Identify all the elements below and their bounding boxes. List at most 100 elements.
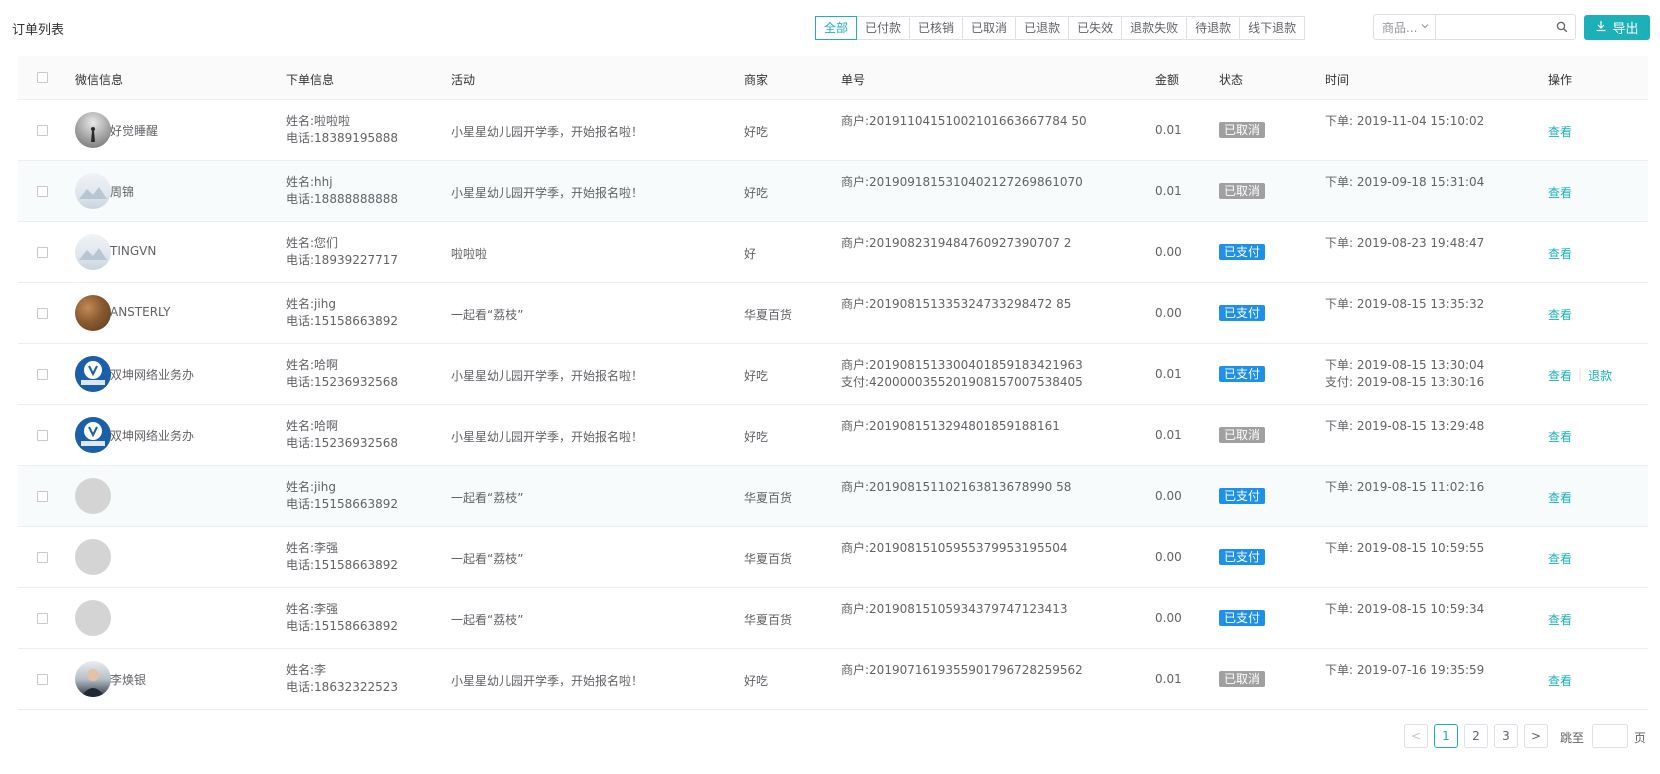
- status-badge: 已取消: [1219, 122, 1266, 138]
- order-numbers: 商户:2019091815310402127269861070: [841, 174, 1083, 191]
- row-checkbox[interactable]: [37, 552, 48, 563]
- order-times: 下单: 2019-11-04 15:10:02: [1325, 113, 1484, 130]
- order-time: 下单: 2019-08-15 13:29:48: [1325, 419, 1485, 433]
- filter-tab[interactable]: 已付款: [856, 16, 911, 40]
- order-contact: 姓名:哈啊 电话:15236932568: [286, 357, 398, 391]
- row-actions: 查看: [1548, 611, 1572, 628]
- view-link[interactable]: 查看: [1548, 428, 1572, 445]
- merchant-name: 好吃: [744, 186, 769, 200]
- table-row: ANSTERLY 姓名:jihg 电话:15158663892 一起看“荔枝” 华夏百货…: [18, 283, 1648, 344]
- filter-tab[interactable]: 已退款: [1015, 16, 1070, 40]
- view-link[interactable]: 查看: [1548, 367, 1572, 384]
- order-numbers: 商户:2019082319484760927390707 2: [841, 235, 1071, 252]
- order-numbers: 商户:201908151102163813678990 58: [841, 479, 1071, 496]
- page-button[interactable]: 2: [1464, 724, 1488, 748]
- search-icon[interactable]: [1549, 15, 1575, 39]
- filter-tab[interactable]: 已失效: [1068, 16, 1123, 40]
- filter-tab[interactable]: 已核销: [909, 16, 964, 40]
- pay-time: 支付: 2019-08-15 13:30:16: [1325, 375, 1485, 389]
- table-row: 双坤网络业务办 姓名:哈啊 电话:15236932568 小星星幼儿园开学季，开始报名…: [18, 405, 1648, 466]
- merchant-order-no: 商户:2019081513300401859183421963: [841, 358, 1083, 372]
- refund-link[interactable]: 退款: [1588, 367, 1612, 384]
- row-checkbox[interactable]: [37, 369, 48, 380]
- status-badge: 已取消: [1219, 183, 1266, 199]
- order-contact: 姓名:jihg 电话:15158663892: [286, 479, 398, 513]
- merchant-name: 华夏百货: [744, 552, 793, 566]
- order-amount: 0.01: [1155, 123, 1182, 137]
- row-checkbox[interactable]: [37, 247, 48, 258]
- prev-page-button[interactable]: <: [1404, 724, 1428, 748]
- row-checkbox[interactable]: [37, 308, 48, 319]
- merchant-name: 好: [744, 247, 757, 261]
- status-badge: 已支付: [1219, 549, 1266, 565]
- status-badge: 已支付: [1219, 488, 1266, 504]
- page-button[interactable]: 3: [1494, 724, 1518, 748]
- wechat-nickname: 好觉睡醒: [110, 124, 159, 138]
- next-page-button[interactable]: >: [1524, 724, 1548, 748]
- header-status: 状态: [1219, 73, 1244, 87]
- customer-phone: 电话:18888888888: [286, 192, 399, 206]
- order-times: 下单: 2019-08-15 13:30:04 支付: 2019-08-15 13…: [1325, 357, 1484, 391]
- order-times: 下单: 2019-08-15 10:59:34: [1325, 601, 1484, 618]
- customer-name: 姓名:hhj: [286, 175, 333, 189]
- header-activity: 活动: [451, 73, 476, 87]
- order-amount: 0.01: [1155, 672, 1182, 686]
- merchant-name: 好吃: [744, 369, 769, 383]
- merchant-order-no: 商户:201908151102163813678990 58: [841, 480, 1072, 494]
- page-suffix-label: 页: [1634, 731, 1647, 745]
- view-link[interactable]: 查看: [1548, 489, 1572, 506]
- avatar: [75, 356, 111, 392]
- row-checkbox[interactable]: [37, 430, 48, 441]
- order-numbers: 商户:2019081513294801859188161: [841, 418, 1060, 435]
- filter-tab[interactable]: 退款失败: [1121, 16, 1188, 40]
- order-amount: 0.00: [1155, 306, 1182, 320]
- jump-to-label: 跳至: [1560, 731, 1585, 745]
- status-badge: 已取消: [1219, 671, 1266, 687]
- view-link[interactable]: 查看: [1548, 184, 1572, 201]
- row-checkbox[interactable]: [37, 186, 48, 197]
- order-time: 下单: 2019-08-15 13:35:32: [1325, 297, 1485, 311]
- avatar: [75, 295, 111, 331]
- filter-tab[interactable]: 已取消: [962, 16, 1017, 40]
- filter-tab[interactable]: 待退款: [1186, 16, 1241, 40]
- search-input[interactable]: [1436, 15, 1549, 39]
- export-button[interactable]: 导出: [1584, 15, 1650, 40]
- row-checkbox[interactable]: [37, 491, 48, 502]
- jump-page-input[interactable]: [1592, 724, 1628, 748]
- merchant-name: 好吃: [744, 125, 769, 139]
- order-times: 下单: 2019-08-23 19:48:47: [1325, 235, 1484, 252]
- view-link[interactable]: 查看: [1548, 672, 1572, 689]
- page-button[interactable]: 1: [1434, 724, 1458, 748]
- orders-table: 微信信息 下单信息 活动 商家 单号 金额 状态 时间 操作 好觉睡醒 姓名:啦啦…: [18, 56, 1648, 710]
- customer-name: 姓名:啦啦啦: [286, 114, 351, 128]
- customer-name: 姓名:李强: [286, 541, 339, 555]
- payment-order-no: 支付:4200000355201908157007538405: [841, 375, 1083, 389]
- order-numbers: 商户:2019071619355901796728259562: [841, 662, 1083, 679]
- activity-name: 一起看“荔枝”: [451, 308, 524, 322]
- view-link[interactable]: 查看: [1548, 611, 1572, 628]
- row-checkbox[interactable]: [37, 125, 48, 136]
- customer-name: 姓名:您们: [286, 236, 339, 250]
- order-times: 下单: 2019-08-15 10:59:55: [1325, 540, 1484, 557]
- table-row: 姓名:李强 电话:15158663892 一起看“荔枝” 华夏百货 商户:2019081…: [18, 527, 1648, 588]
- customer-name: 姓名:哈啊: [286, 419, 339, 433]
- row-checkbox[interactable]: [37, 674, 48, 685]
- row-checkbox[interactable]: [37, 613, 48, 624]
- activity-name: 一起看“荔枝”: [451, 552, 524, 566]
- view-link[interactable]: 查看: [1548, 550, 1572, 567]
- filter-tab[interactable]: 全部: [815, 16, 858, 40]
- filter-tab[interactable]: 线下退款: [1239, 16, 1306, 40]
- order-time: 下单: 2019-09-18 15:31:04: [1325, 175, 1485, 189]
- table-row: 好觉睡醒 姓名:啦啦啦 电话:18389195888 小星星幼儿园开学季，开始报名啦！…: [18, 100, 1648, 161]
- status-badge: 已支付: [1219, 366, 1266, 382]
- customer-phone: 电话:15236932568: [286, 375, 399, 389]
- view-link[interactable]: 查看: [1548, 123, 1572, 140]
- view-link[interactable]: 查看: [1548, 306, 1572, 323]
- view-link[interactable]: 查看: [1548, 245, 1572, 262]
- select-all-checkbox[interactable]: [37, 72, 48, 83]
- search-field-select[interactable]: 商品...: [1374, 15, 1436, 39]
- merchant-order-no: 商户:20190815105955379953195504: [841, 541, 1068, 555]
- header-time: 时间: [1325, 73, 1350, 87]
- order-times: 下单: 2019-09-18 15:31:04: [1325, 174, 1484, 191]
- table-row: 李焕银 姓名:李 电话:18632322523 小星星幼儿园开学季，开始报名啦！ 好吃 商…: [18, 649, 1648, 710]
